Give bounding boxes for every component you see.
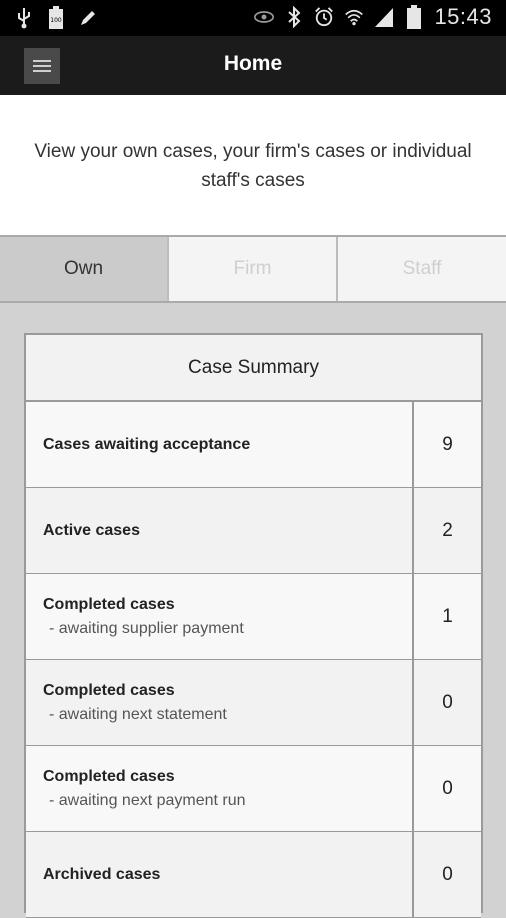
pencil-icon [78,6,98,30]
row-count: 0 [442,691,453,713]
table-row[interactable]: Cases awaiting acceptance 9 [26,402,481,488]
battery-label: 100 [50,17,62,24]
table-row[interactable]: Archived cases 0 [26,832,481,918]
tab-own[interactable]: Own [0,237,167,301]
row-sublabel: - awaiting next statement [49,705,227,723]
row-sublabel: - awaiting next payment run [49,791,246,809]
table-row[interactable]: Completed cases - awaiting supplier paym… [26,574,481,660]
action-bar: Home [0,36,506,95]
case-summary-table: Case Summary Cases awaiting acceptance 9… [24,333,483,918]
row-label: Cases awaiting acceptance [43,435,251,453]
case-summary-rows: Cases awaiting acceptance 9 Active cases… [26,402,481,918]
page-title: Home [223,52,283,75]
tab-firm[interactable]: Firm [169,237,336,301]
table-row[interactable]: Completed cases - awaiting next statemen… [26,660,481,746]
wifi-icon [344,5,364,29]
row-label: Completed cases [43,595,175,613]
bluetooth-icon [284,5,304,29]
table-row[interactable]: Active cases 2 [26,488,481,574]
case-scope-tabs: Own Firm Staff [0,235,506,303]
row-count: 2 [442,519,453,541]
row-count: 9 [442,433,453,455]
row-count: 1 [442,605,453,627]
row-count: 0 [442,863,453,885]
intro-text: View your own cases, your firm's cases o… [34,141,472,191]
clock-time: 15:43 [434,4,492,29]
row-label: Active cases [43,521,140,539]
usb-icon [14,6,34,30]
signal-icon [374,5,394,29]
tab-staff[interactable]: Staff [338,237,506,301]
status-bar: 100 15:43 [0,0,506,36]
case-summary-header: Case Summary [26,335,481,402]
row-label: Completed cases [43,681,175,699]
table-row[interactable]: Completed cases - awaiting next payment … [26,746,481,832]
row-label: Completed cases [43,767,175,785]
eye-icon [254,5,275,29]
row-count: 0 [442,777,453,799]
intro-section: View your own cases, your firm's cases o… [0,95,506,235]
battery-full-icon [404,5,424,29]
battery-icon: 100 [46,6,66,30]
row-sublabel: - awaiting supplier payment [49,619,244,637]
alarm-icon [314,5,334,29]
row-label: Archived cases [43,865,161,883]
